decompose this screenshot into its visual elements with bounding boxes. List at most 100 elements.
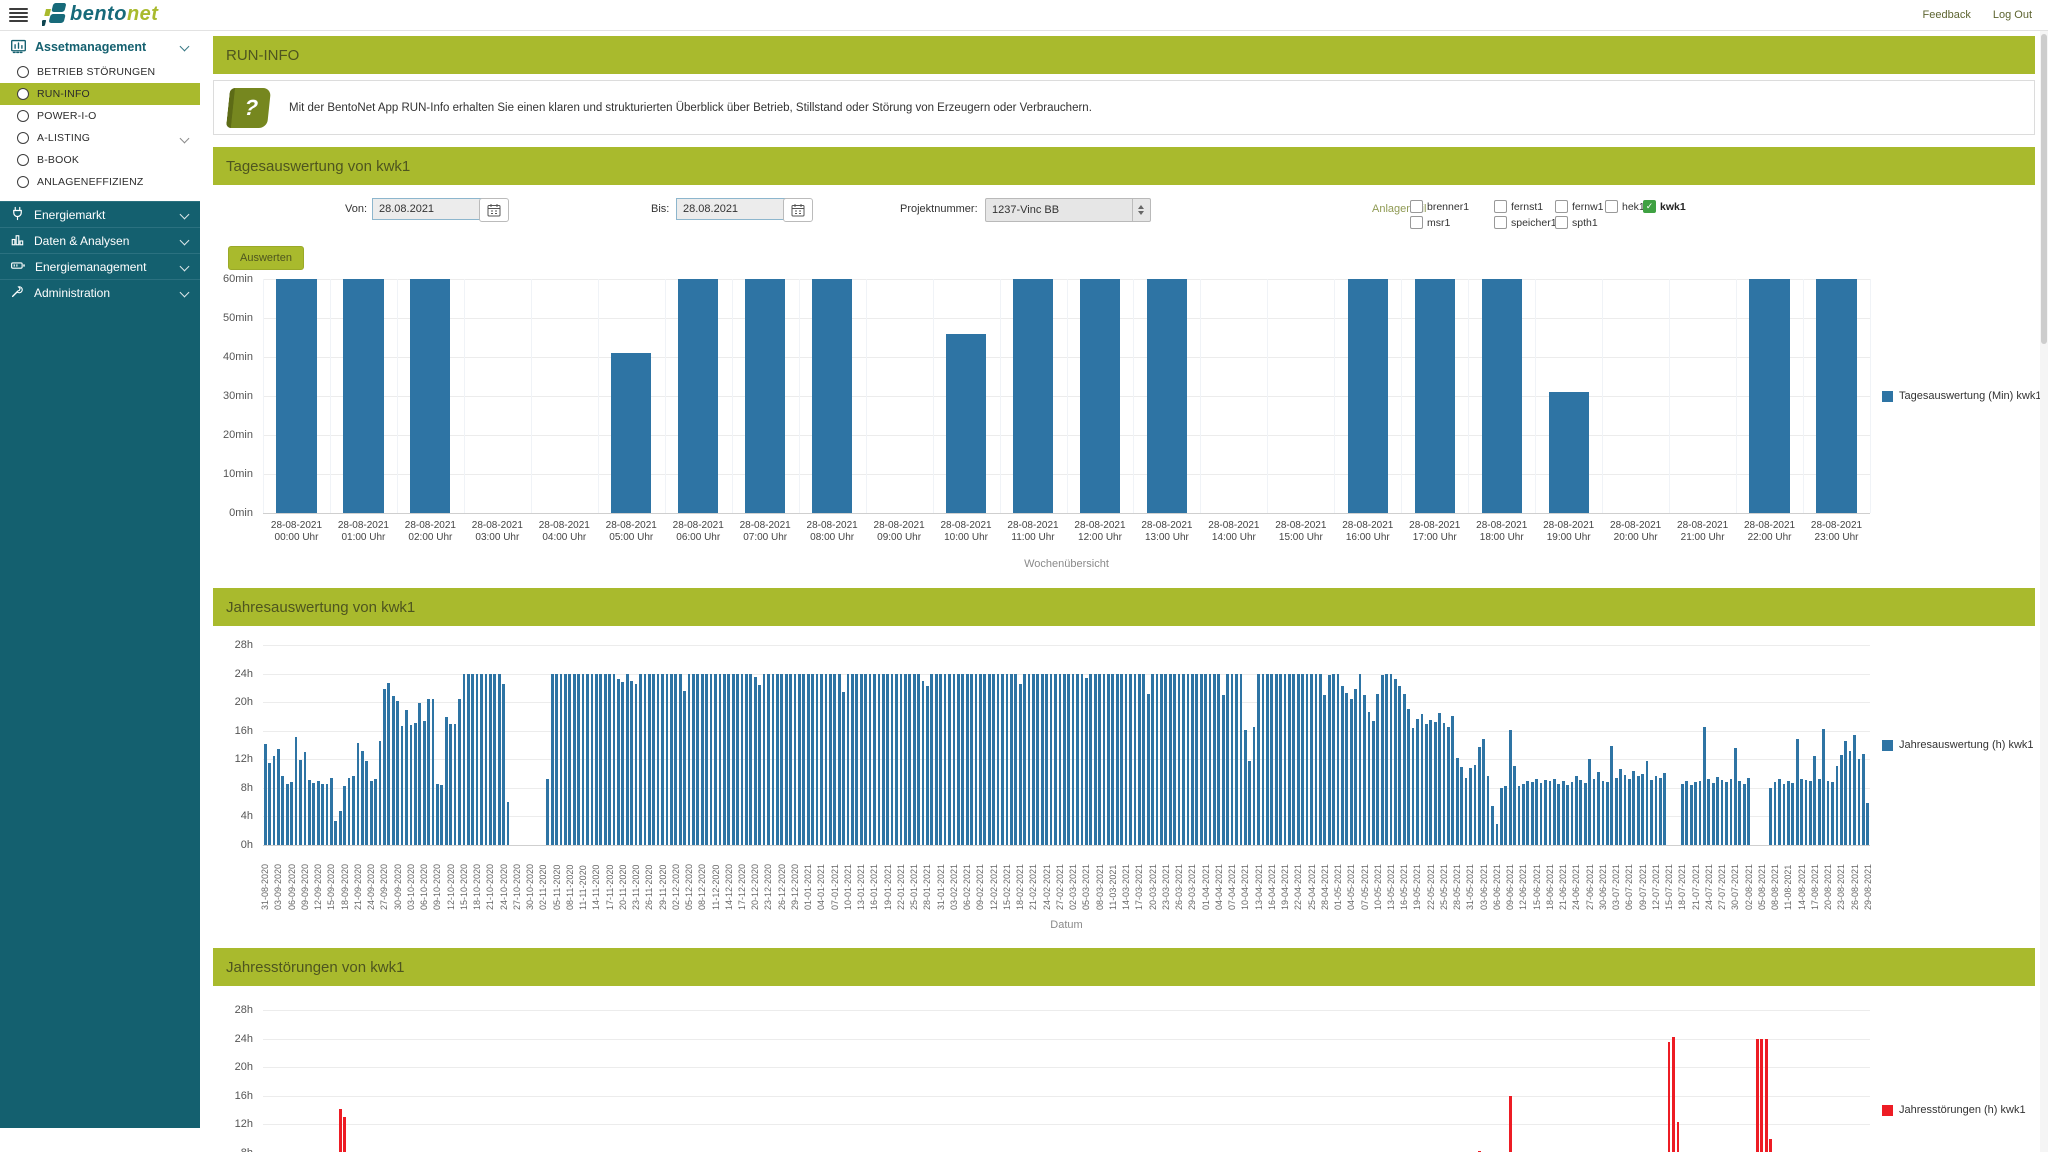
bis-calendar-button[interactable] [783,198,813,222]
bar[interactable] [953,674,956,845]
bar[interactable] [1690,785,1693,845]
bar[interactable] [1332,674,1335,845]
bar[interactable] [674,674,677,845]
bar[interactable] [1160,674,1163,845]
bar[interactable] [1081,674,1084,845]
bar[interactable] [816,674,819,845]
bar[interactable] [635,684,638,845]
bar[interactable] [1566,785,1569,845]
bar[interactable] [1526,781,1529,845]
bar[interactable] [802,674,805,845]
bar[interactable] [418,703,421,845]
bar[interactable] [864,674,867,845]
bar[interactable] [1394,679,1397,845]
bar[interactable] [1059,674,1062,845]
sidebar-section-energiemanagement[interactable]: Energiemanagement [0,253,200,279]
bar[interactable] [1315,674,1318,845]
bar[interactable] [1663,773,1666,845]
bar[interactable] [1001,674,1004,845]
bar[interactable] [745,279,785,513]
bar[interactable] [657,674,660,845]
app-logo[interactable]: bentonet [42,1,158,27]
bar[interactable] [621,682,624,845]
bar[interactable] [626,674,629,845]
checkbox-fernst1[interactable]: fernst1 [1494,200,1543,213]
von-calendar-button[interactable] [479,198,509,222]
bar[interactable] [613,674,616,845]
bar[interactable] [586,674,589,845]
bar[interactable] [873,674,876,845]
bar[interactable] [745,674,748,845]
bar[interactable] [1809,781,1812,845]
bar[interactable] [1217,674,1220,845]
bar[interactable] [1866,803,1869,845]
bar[interactable] [507,802,510,845]
bar[interactable] [1853,735,1856,845]
bar[interactable] [1434,722,1437,845]
sidebar-item-anlageneffizienz[interactable]: ANLAGENEFFIZIENZ [0,171,200,193]
feedback-link[interactable]: Feedback [1923,9,1971,21]
bar[interactable] [334,821,337,845]
bar[interactable] [1774,782,1777,845]
bar[interactable] [449,724,452,845]
bar[interactable] [343,786,346,845]
bar[interactable] [392,696,395,845]
bar[interactable] [1451,716,1454,845]
sidebar-section-daten-analysen[interactable]: Daten & Analysen [0,227,200,253]
bar[interactable] [648,674,651,845]
bar[interactable] [979,674,982,845]
bar[interactable] [913,674,916,845]
bar[interactable] [405,710,408,845]
bar[interactable] [1518,786,1521,845]
bar[interactable] [396,701,399,845]
bar[interactable] [1513,766,1516,845]
bar[interactable] [630,681,633,845]
bar[interactable] [1487,776,1490,845]
bar[interactable] [1328,675,1331,845]
bar[interactable] [975,674,978,845]
checkbox-speicher1[interactable]: speicher1 [1494,216,1557,229]
bar[interactable] [476,674,479,845]
bar[interactable] [749,674,752,845]
bar[interactable] [1156,674,1159,845]
bar[interactable] [1085,678,1088,845]
bar[interactable] [714,674,717,845]
bar[interactable] [1575,776,1578,845]
bar[interactable] [904,674,907,845]
bar[interactable] [1381,675,1384,845]
bar[interactable] [1699,781,1702,845]
bar[interactable] [732,674,735,845]
bar[interactable] [387,683,390,845]
bar[interactable] [1354,689,1357,845]
bar[interactable] [855,674,858,845]
checkbox-brenner1[interactable]: brenner1 [1410,200,1469,213]
bar[interactable] [1415,279,1455,513]
bar[interactable] [944,674,947,845]
bar[interactable] [696,674,699,845]
bar[interactable] [1694,782,1697,845]
bar[interactable] [1478,747,1481,845]
bar[interactable] [573,674,576,845]
bar[interactable] [825,674,828,845]
bar[interactable] [1703,727,1706,845]
bar[interactable] [1098,674,1101,845]
scrollbar-thumb[interactable] [2041,34,2047,344]
bar[interactable] [604,674,607,845]
bar[interactable] [860,674,863,845]
bar[interactable] [1412,728,1415,845]
bar[interactable] [1398,686,1401,845]
bar[interactable] [1805,780,1808,845]
bar[interactable] [1288,674,1291,845]
bar[interactable] [1571,782,1574,845]
projektnummer-select[interactable]: 1237-Vinc BB [985,198,1151,222]
bar[interactable] [1041,674,1044,845]
bar[interactable] [1262,674,1265,845]
bar[interactable] [1284,674,1287,845]
bar[interactable] [1549,392,1589,513]
bar[interactable] [961,674,964,845]
bar[interactable] [343,1117,346,1152]
bar[interactable] [1858,759,1861,845]
bar[interactable] [1187,674,1190,845]
bar[interactable] [1849,751,1852,845]
bar[interactable] [811,674,814,845]
